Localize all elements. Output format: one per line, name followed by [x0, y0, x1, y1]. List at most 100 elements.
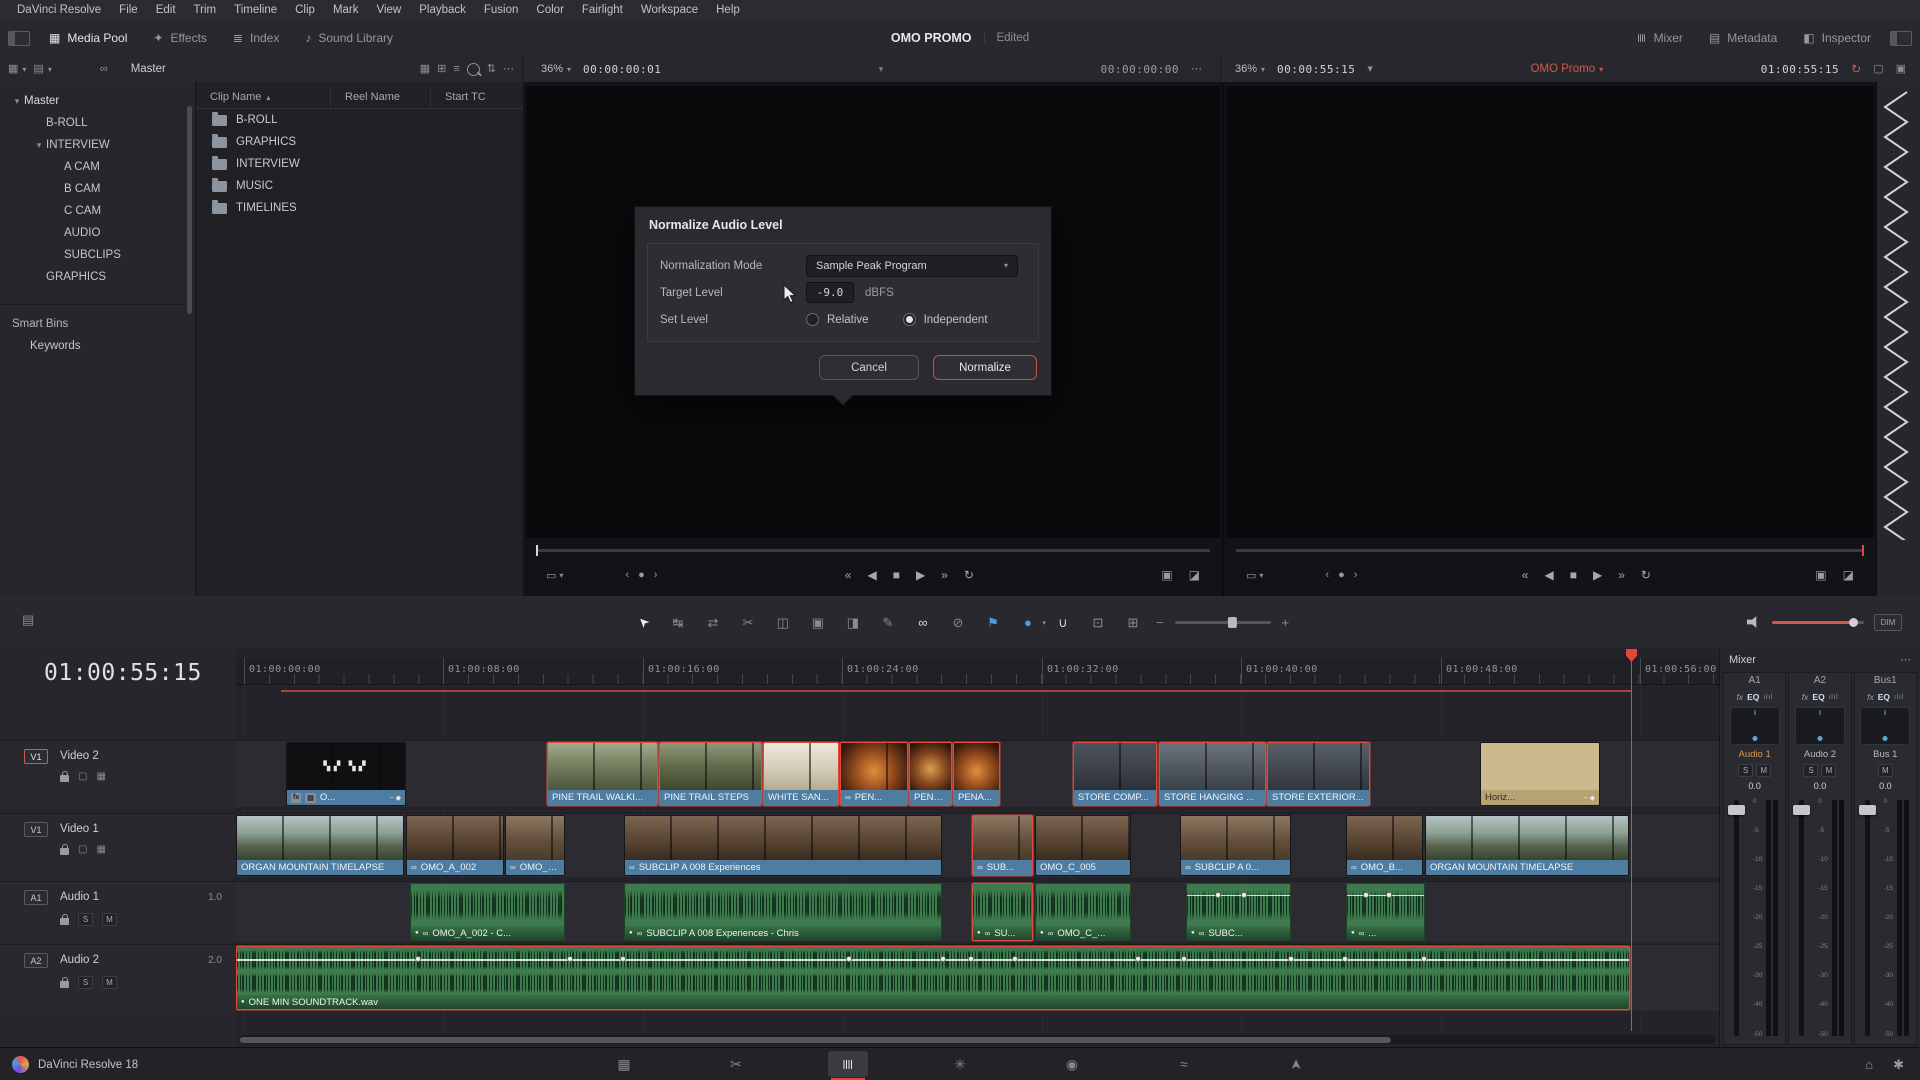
step-forward-icon[interactable]: › [1354, 570, 1358, 581]
stop-button[interactable]: ■ [893, 569, 900, 581]
timeline-scrub-bar[interactable] [1236, 549, 1864, 552]
snapshot-icon[interactable]: ◪ [1189, 568, 1200, 582]
eq-button[interactable]: EQ [1878, 692, 1890, 702]
video-clip[interactable]: STORE HANGING ... [1159, 742, 1266, 806]
speaker-icon[interactable] [1747, 616, 1762, 629]
keyframe-dot[interactable] [1012, 956, 1018, 962]
lock-icon[interactable] [60, 848, 69, 855]
bin-item-a-cam[interactable]: A CAM [0, 156, 195, 178]
viewer-expand-icon[interactable]: ▣ [1896, 64, 1906, 75]
video-clip[interactable]: ORGAN MOUNTAIN TIMELAPSE [1425, 815, 1629, 876]
index-button[interactable]: ≣Index [220, 20, 292, 56]
normalization-mode-select[interactable]: Sample Peak Program ▾ [806, 255, 1018, 277]
column-header-reel-name[interactable]: Reel Name [330, 86, 430, 108]
zoom-in-icon[interactable]: + [1282, 615, 1290, 630]
audio-clip[interactable]: ●∞SUBC... [1186, 883, 1291, 941]
menu-davinci-resolve[interactable]: DaVinci Resolve [8, 4, 110, 16]
track-header-v2[interactable]: V1Video 2▢▦ [0, 740, 236, 807]
viewer-mode-button[interactable]: ▭ [1246, 569, 1256, 582]
disable-track-icon[interactable]: ▢ [78, 772, 87, 782]
page-fusion[interactable]: ✳ [940, 1051, 980, 1077]
column-header-clip-name[interactable]: Clip Name▴ [196, 91, 330, 103]
jump-start-button[interactable]: « [1522, 569, 1529, 581]
bin-root[interactable]: ▾Master [0, 90, 195, 112]
snapping-toggle[interactable]: ∪ [1051, 616, 1075, 629]
viewer-mode-button[interactable]: ▭ [546, 569, 556, 582]
project-settings-button[interactable]: ✱ [1893, 1057, 1904, 1073]
fader[interactable]: 0-5-10-15-20-25-30-40-50 [1724, 796, 1785, 1044]
video-clip[interactable]: ORGAN MOUNTAIN TIMELAPSE [236, 815, 404, 876]
metadata-button[interactable]: ▤Metadata [1696, 20, 1790, 56]
chevron-down-icon[interactable]: ▾ [10, 96, 24, 107]
selection-tool[interactable]: ➤ [631, 616, 655, 629]
step-back-icon[interactable]: ‹ [1325, 570, 1329, 581]
playhead[interactable] [1631, 658, 1632, 1031]
keyframe-dot[interactable] [620, 956, 626, 962]
play-reverse-button[interactable]: ◀ [867, 569, 876, 581]
page-color[interactable]: ◉ [1052, 1051, 1092, 1077]
video-clip[interactable]: Horiz...~ ◆ [1480, 742, 1600, 806]
fader-handle[interactable] [1793, 805, 1810, 815]
fader[interactable]: 0-5-10-15-20-25-30-40-50 [1855, 796, 1916, 1044]
jog-icon[interactable]: ● [1338, 570, 1345, 581]
audio-clip[interactable]: ●∞OMO_C_... [1035, 883, 1131, 941]
filmstrip-icon[interactable]: ▦ [96, 845, 105, 855]
dim-button[interactable]: DIM [1874, 614, 1902, 631]
timeline-viewer-screen[interactable] [1226, 86, 1874, 538]
play-button[interactable]: ▶ [916, 569, 925, 581]
link-bins-icon[interactable]: ∞ [100, 64, 108, 75]
menu-clip[interactable]: Clip [286, 4, 324, 16]
match-frame-icon[interactable]: ▣ [1815, 568, 1826, 582]
destination-control-v2[interactable]: V1 [24, 749, 48, 764]
video-clip[interactable]: PENA... [909, 742, 952, 806]
menu-edit[interactable]: Edit [147, 4, 185, 16]
lock-icon[interactable] [60, 918, 69, 925]
video-clip[interactable]: WHITE SAN... [763, 742, 839, 806]
sound-library-button[interactable]: ♪Sound Library [292, 20, 406, 56]
smart-bin-keywords[interactable]: Keywords [0, 335, 195, 357]
clip-lock-toggle[interactable]: ⊘ [946, 616, 970, 629]
viewer-layout-icon[interactable]: ▢ [1873, 64, 1883, 75]
lock-icon[interactable] [60, 775, 69, 782]
relative-radio[interactable]: Relative [806, 313, 869, 326]
loop-button[interactable]: ↻ [964, 569, 974, 581]
mixer-button[interactable]: ≣Mixer [1624, 20, 1696, 56]
page-cut[interactable]: ✂ [716, 1051, 756, 1077]
filmstrip-view-icon[interactable]: ⊞ [437, 64, 446, 75]
destination-control-a1[interactable]: A1 [24, 890, 48, 905]
effects-button[interactable]: ✦Effects [140, 20, 220, 56]
audio-clip[interactable]: ●ONE MIN SOUNDTRACK.wav [236, 946, 1630, 1010]
refresh-icon[interactable]: ↻ [1851, 62, 1861, 76]
jump-start-button[interactable]: « [845, 569, 852, 581]
snapshot-icon[interactable]: ◪ [1843, 568, 1854, 582]
media-bin-row-b-roll[interactable]: B-ROLL [196, 109, 523, 131]
video-clip[interactable]: ∞OMO_B... [1346, 815, 1423, 876]
bin-item-interview[interactable]: ▾INTERVIEW [0, 134, 195, 156]
mute-button[interactable]: M [1756, 764, 1771, 777]
menu-fairlight[interactable]: Fairlight [573, 4, 632, 16]
media-bin-row-graphics[interactable]: GRAPHICS [196, 131, 523, 153]
trim-edit-tool[interactable]: ↹ [666, 616, 690, 629]
clip-view-icon[interactable]: ▦▾ [8, 64, 26, 75]
monitor-volume-slider[interactable] [1772, 621, 1864, 624]
video-clip[interactable]: OMO_C_005 [1035, 815, 1131, 876]
bin-item-c-cam[interactable]: C CAM [0, 200, 195, 222]
jump-end-button[interactable]: » [1618, 569, 1625, 581]
jump-end-button[interactable]: » [941, 569, 948, 581]
flag-button[interactable]: ⚑ [981, 616, 1005, 629]
source-scrub-bar[interactable] [536, 549, 1210, 552]
source-options-dropdown[interactable]: ▾ [673, 64, 1088, 75]
panel-layout-toggle-left[interactable] [8, 31, 30, 46]
media-pool-options-icon[interactable]: ⋯ [503, 64, 514, 75]
pan-control[interactable] [1730, 707, 1780, 745]
bin-item-b-cam[interactable]: B CAM [0, 178, 195, 200]
source-more-options-icon[interactable]: ⋯ [1191, 64, 1202, 75]
fx-button[interactable]: fx [1802, 692, 1809, 702]
menu-file[interactable]: File [110, 4, 147, 16]
mixer-options-icon[interactable]: ⋯ [1900, 655, 1911, 666]
keyframe-dot[interactable] [1135, 956, 1141, 962]
video-clip[interactable]: PENA... [953, 742, 1000, 806]
keyframe-dot[interactable] [1241, 892, 1247, 898]
keyframe-dot[interactable] [846, 956, 852, 962]
linked-selection-toggle[interactable]: ∞ [911, 616, 935, 629]
